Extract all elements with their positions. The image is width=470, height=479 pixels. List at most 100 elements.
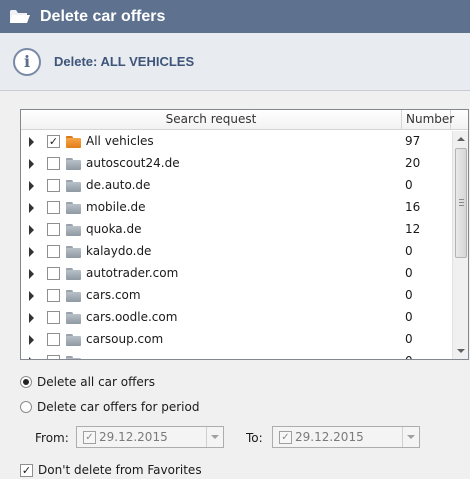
to-date-picker[interactable]: ✓ 29.12.2015 [272,426,420,448]
folder-icon [66,334,81,346]
scroll-down-button[interactable] [453,343,468,359]
keep-favorites-option[interactable]: ✓ Don't delete from Favorites [20,463,202,477]
row-checkbox[interactable] [47,355,60,359]
row-count: 0 [405,354,413,359]
delete-all-option[interactable]: Delete all car offers [20,374,155,390]
keep-favorites-checkbox[interactable]: ✓ [20,463,33,477]
chevron-down-icon [211,435,219,439]
folder-icon [66,246,81,258]
table-row[interactable]: mobile.de 16 [21,197,452,219]
folder-icon [66,224,81,236]
expand-arrow-icon[interactable] [29,203,34,213]
chevron-down-icon [407,435,415,439]
table-row[interactable]: autoscout24.de 20 [21,153,452,175]
folder-icon [66,158,81,170]
row-count: 97 [405,134,421,148]
radio-dot [23,379,29,385]
row-name: All vehicles [86,134,154,148]
table-row[interactable]: quoka.de 12 [21,219,452,241]
row-name: autoscout24.de [86,156,180,170]
table-row[interactable]: autotrader.com 0 [21,263,452,285]
row-checkbox[interactable] [47,179,60,192]
from-date-value: 29.12.2015 [99,430,168,444]
info-bar: i Delete: ALL VEHICLES [0,33,470,91]
delete-period-radio[interactable] [20,401,32,413]
table-row[interactable]: ✓ All vehicles 97 [21,131,452,153]
row-checkbox[interactable] [47,333,60,346]
table-row[interactable]: cars.com 0 [21,285,452,307]
from-date-checkbox[interactable]: ✓ [83,430,96,444]
expand-arrow-icon[interactable] [29,159,34,169]
vertical-scrollbar[interactable] [452,131,468,359]
from-label: From: [35,431,69,445]
row-name: quoka.de [86,222,142,236]
row-checkbox[interactable] [47,267,60,280]
row-name: carsoup.com [86,332,164,346]
from-date-picker[interactable]: ✓ 29.12.2015 [76,426,224,448]
grid-rows: ✓ All vehicles 97 autoscout24.de 20 de.auto.d… [21,131,452,359]
folder-icon [66,202,81,214]
expand-arrow-icon[interactable] [29,313,34,323]
row-count: 0 [405,288,413,302]
delete-all-label[interactable]: Delete all car offers [37,375,155,389]
chevron-down-icon [457,349,465,353]
table-row[interactable]: de.auto.de 0 [21,175,452,197]
column-header-search-request[interactable]: Search request [21,110,402,130]
folder-icon [66,136,81,148]
info-icon: i [13,47,41,76]
folder-open-icon [8,7,32,27]
delete-period-label[interactable]: Delete car offers for period [37,400,199,414]
row-checkbox[interactable]: ✓ [47,135,60,148]
expand-arrow-icon[interactable] [29,357,34,359]
window-title: Delete car offers [40,7,166,25]
search-request-grid[interactable]: Search request Number ✓ All vehicles 97 aut… [20,109,469,360]
delete-period-option[interactable]: Delete car offers for period [20,399,199,415]
row-count: 12 [405,222,421,236]
to-label: To: [246,431,263,445]
info-text: Delete: ALL VEHICLES [54,54,195,69]
folder-icon [66,268,81,280]
table-row[interactable]: carsoup.com 0 [21,329,452,351]
title-bar: Delete car offers [0,0,470,33]
to-date-dropdown-button[interactable] [402,427,419,447]
expand-arrow-icon[interactable] [29,181,34,191]
expand-arrow-icon[interactable] [29,335,34,345]
folder-icon [66,312,81,324]
row-count: 0 [405,266,413,280]
row-checkbox[interactable] [47,201,60,214]
row-name: de.auto.de [86,178,151,192]
expand-arrow-icon[interactable] [29,225,34,235]
grip-line [459,202,464,203]
expand-arrow-icon[interactable] [29,291,34,301]
row-checkbox[interactable] [47,157,60,170]
expand-arrow-icon[interactable] [29,137,34,147]
row-name: autotrader.com [86,266,179,280]
to-date-value: 29.12.2015 [295,430,364,444]
table-row[interactable]: cars.oodle.com 0 [21,307,452,329]
row-checkbox[interactable] [47,223,60,236]
row-name: mobile.de [86,200,146,214]
to-date-checkbox[interactable]: ✓ [279,430,292,444]
row-name: cars.com [86,288,141,302]
scroll-thumb[interactable] [455,148,467,258]
expand-arrow-icon[interactable] [29,269,34,279]
grip-line [459,205,464,206]
column-header-number[interactable]: Number [402,110,454,130]
row-checkbox[interactable] [47,311,60,324]
row-name: cars.oodle.com [86,310,178,324]
folder-icon [66,290,81,302]
folder-icon [66,356,81,359]
expand-arrow-icon[interactable] [29,247,34,257]
from-date-dropdown-button[interactable] [206,427,223,447]
table-row[interactable]: 0 [21,351,452,359]
row-checkbox[interactable] [47,289,60,302]
row-count: 0 [405,178,413,192]
row-checkbox[interactable] [47,245,60,258]
grid-header: Search request Number [21,110,468,130]
row-name: kalaydo.de [86,244,152,258]
delete-all-radio[interactable] [20,376,32,388]
row-count: 0 [405,244,413,258]
keep-favorites-label[interactable]: Don't delete from Favorites [38,463,202,477]
table-row[interactable]: kalaydo.de 0 [21,241,452,263]
scroll-up-button[interactable] [453,131,468,147]
